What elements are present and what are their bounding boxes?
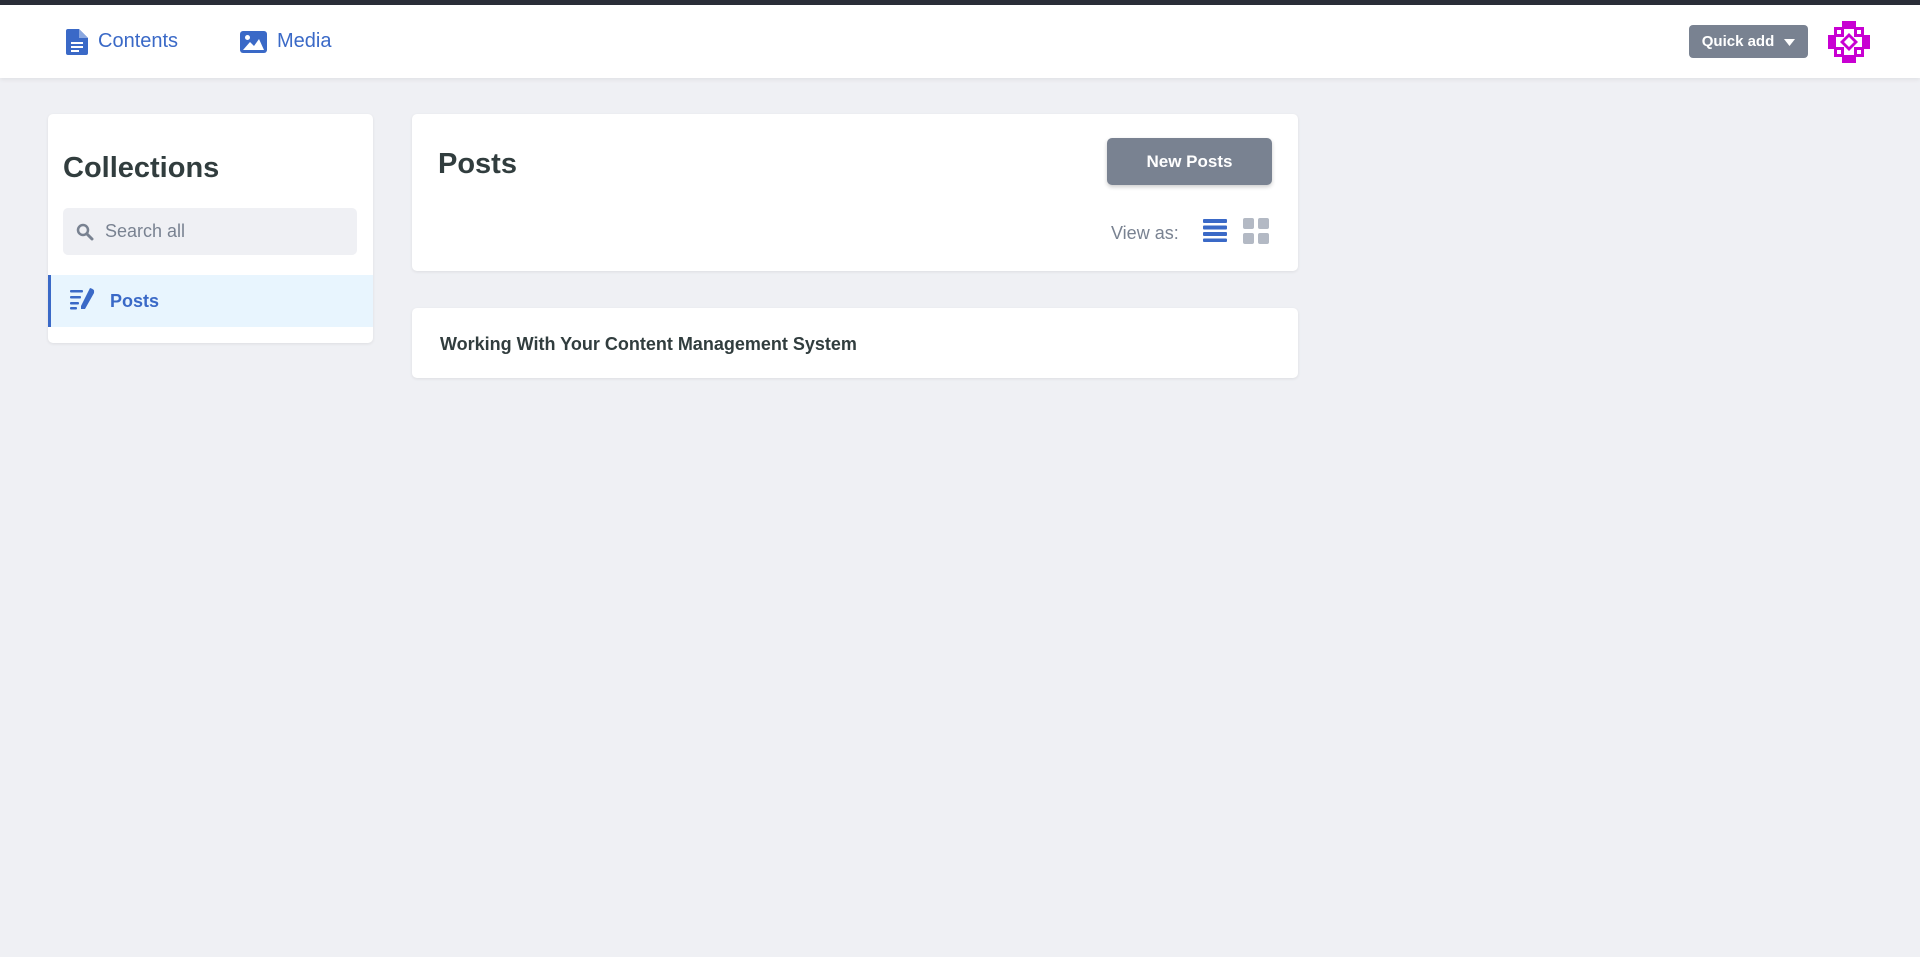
avatar[interactable] bbox=[1828, 21, 1870, 63]
sidebar-title: Collections bbox=[63, 152, 220, 184]
nav-media-link[interactable]: Media bbox=[240, 5, 331, 78]
search-box[interactable] bbox=[63, 208, 357, 255]
sidebar-item-label: Posts bbox=[110, 290, 160, 311]
nav-contents-label: Contents bbox=[98, 30, 179, 52]
document-icon bbox=[66, 28, 88, 55]
new-posts-button[interactable]: New Posts bbox=[1107, 138, 1272, 185]
page-title: Posts bbox=[438, 148, 517, 180]
nav-media-label: Media bbox=[277, 30, 332, 52]
caret-down-icon bbox=[1784, 33, 1796, 50]
collections-sidebar: Collections Posts bbox=[48, 114, 373, 343]
list-view-icon[interactable] bbox=[1203, 218, 1227, 247]
sidebar-item-posts[interactable]: Posts bbox=[48, 275, 373, 327]
entry-title: Working With Your Content Management Sys… bbox=[440, 334, 857, 354]
quick-add-button[interactable]: Quick add bbox=[1689, 25, 1808, 58]
pen-lines-icon bbox=[70, 287, 96, 315]
top-navigation-bar: Contents Media Quick add bbox=[0, 5, 1920, 78]
grid-view-icon[interactable] bbox=[1243, 218, 1269, 249]
nav-contents-link[interactable]: Contents bbox=[66, 5, 178, 78]
view-as-label: View as: bbox=[1111, 223, 1179, 243]
collection-header: Posts New Posts View as: bbox=[412, 114, 1298, 271]
quick-add-label: Quick add bbox=[1701, 33, 1775, 50]
list-item[interactable]: Working With Your Content Management Sys… bbox=[412, 308, 1298, 378]
search-input[interactable] bbox=[105, 208, 345, 255]
search-icon bbox=[76, 223, 94, 246]
image-icon bbox=[240, 30, 267, 53]
